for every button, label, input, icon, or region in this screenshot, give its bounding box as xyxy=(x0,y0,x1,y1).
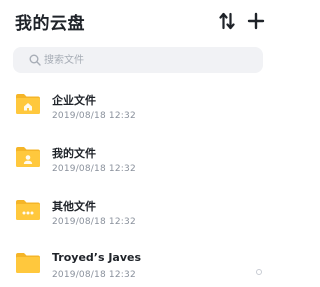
user-folder-icon xyxy=(16,147,40,167)
file-list: 企业文件 2019/08/18 12:32 我的文件 2019/08/18 12… xyxy=(0,84,270,287)
add-button[interactable] xyxy=(247,12,265,30)
more-folder-icon xyxy=(16,200,40,220)
page-title: 我的云盘 xyxy=(15,14,85,34)
folder-icon xyxy=(16,253,40,273)
search-icon xyxy=(29,54,41,66)
search-input[interactable] xyxy=(44,50,254,70)
file-name: Troyed’s Javes xyxy=(52,251,142,264)
select-radio[interactable] xyxy=(256,269,262,275)
header: 我的云盘 xyxy=(0,0,270,40)
file-name: 我的文件 xyxy=(52,147,96,160)
file-name: 其他文件 xyxy=(52,200,96,213)
file-date: 2019/08/18 12:32 xyxy=(52,111,136,121)
file-date: 2019/08/18 12:32 xyxy=(52,164,136,174)
plus-icon xyxy=(247,12,265,30)
cloud-drive-page: 我的云盘 搜索文件 企业文件 2019/08/18 12:32 我的文件 201… xyxy=(0,0,270,287)
file-row-enterprise[interactable]: 企业文件 2019/08/18 12:32 xyxy=(0,84,270,137)
file-date: 2019/08/18 12:32 xyxy=(52,217,136,227)
file-row-troyed[interactable]: Troyed’s Javes 2019/08/18 12:32 xyxy=(0,243,270,287)
sort-icon xyxy=(219,12,235,30)
file-row-mine[interactable]: 我的文件 2019/08/18 12:32 xyxy=(0,137,270,190)
home-folder-icon xyxy=(16,94,40,114)
file-name: 企业文件 xyxy=(52,94,96,107)
search-bar xyxy=(13,47,263,73)
sort-button[interactable] xyxy=(219,11,235,31)
file-row-other[interactable]: 其他文件 2019/08/18 12:32 xyxy=(0,190,270,243)
file-date: 2019/08/18 12:32 xyxy=(52,270,136,280)
